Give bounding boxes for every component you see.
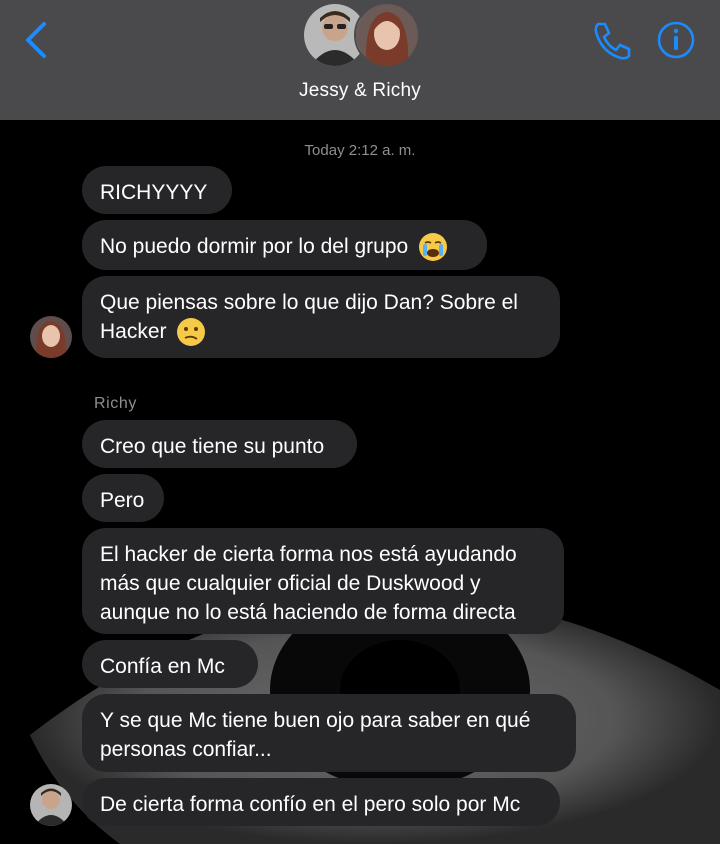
message-bubble[interactable]: Que piensas sobre lo que dijo Dan? Sobre… [82, 276, 560, 358]
message-list[interactable]: Today 2:12 a. m. RICHYYYY No puedo dormi… [0, 120, 720, 844]
chat-header: Jessy & Richy [0, 0, 720, 120]
crying-face-emoji-icon [419, 233, 448, 262]
message-bubble[interactable]: Y se que Mc tiene buen ojo para saber en… [82, 694, 576, 772]
phone-icon [594, 22, 631, 60]
message-bubble[interactable]: Pero [82, 474, 164, 522]
message-text: personas confiar... [100, 738, 272, 761]
group-avatars[interactable] [302, 2, 420, 68]
avatar-richy-small[interactable] [30, 784, 72, 826]
back-button[interactable] [18, 18, 58, 62]
message-text: más que cualquier oficial de Duskwood y [100, 572, 481, 595]
message-text: Hacker [100, 320, 167, 343]
info-icon [657, 21, 695, 59]
message-text: Creo que tiene su punto [100, 435, 325, 458]
message-bubble[interactable]: No puedo dormir por lo del grupo [82, 220, 487, 270]
message-text: El hacker de cierta forma nos está ayuda… [100, 543, 517, 566]
call-button[interactable] [588, 18, 636, 62]
message-bubble[interactable]: Creo que tiene su punto [82, 420, 357, 468]
message-text: De cierta forma confío en el pero solo p… [100, 793, 521, 816]
message-text: Pero [100, 489, 145, 512]
info-button[interactable] [652, 16, 700, 64]
message-bubble[interactable]: De cierta forma confío en el pero solo p… [82, 778, 560, 826]
avatar-jessy-small[interactable] [30, 316, 72, 358]
message-text: Y se que Mc tiene buen ojo para saber en… [100, 709, 531, 732]
chat-title[interactable]: Jessy & Richy [0, 80, 720, 102]
avatar-jessy [354, 2, 420, 68]
chevron-left-icon [26, 22, 46, 58]
message-timestamp: Today 2:12 a. m. [304, 142, 416, 159]
message-bubble[interactable]: RICHYYYY [82, 166, 232, 214]
message-bubble[interactable]: Confía en Mc [82, 640, 258, 688]
message-text: Que piensas sobre lo que dijo Dan? Sobre… [100, 291, 518, 314]
message-text: RICHYYYY [100, 181, 208, 204]
message-text: No puedo dormir por lo del grupo [100, 235, 409, 258]
message-bubble[interactable]: El hacker de cierta forma nos está ayuda… [82, 528, 564, 634]
message-text: aunque no lo está haciendo de forma dire… [100, 601, 516, 624]
confused-face-emoji-icon [177, 318, 206, 347]
message-text: Confía en Mc [100, 655, 225, 678]
sender-name: Richy [94, 395, 138, 412]
